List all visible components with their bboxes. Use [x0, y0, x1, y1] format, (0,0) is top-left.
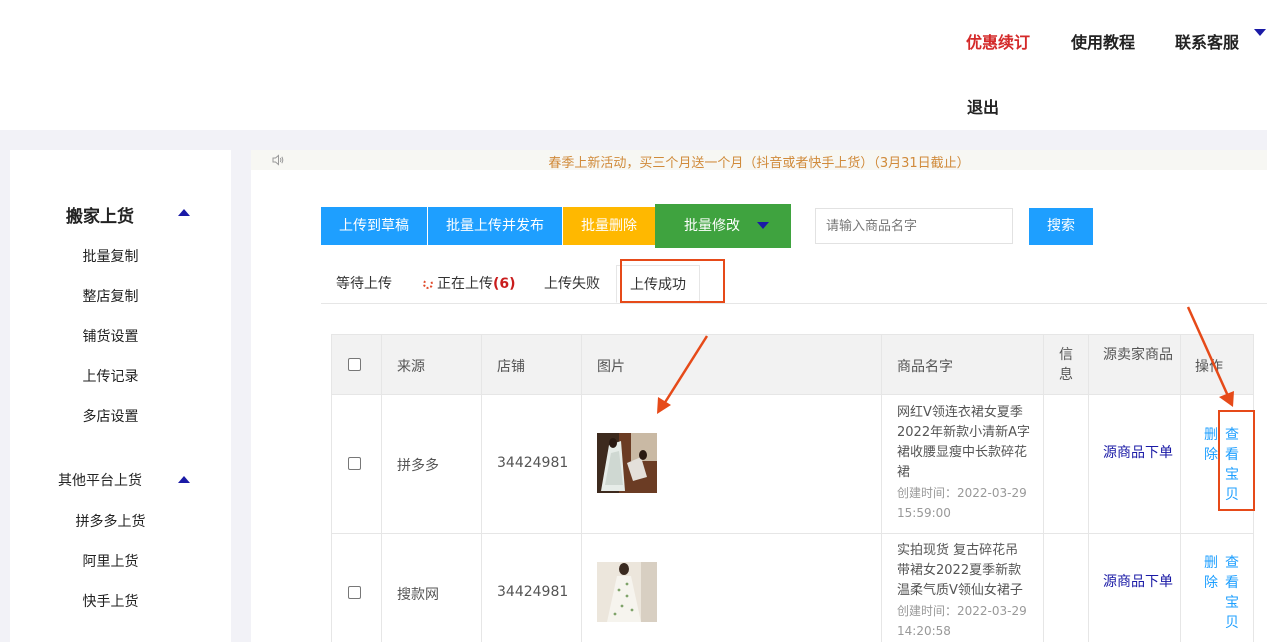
- tab-upload-success[interactable]: 上传成功: [616, 265, 700, 303]
- chevron-up-icon: [178, 209, 190, 216]
- header-shop: 店铺: [497, 359, 525, 375]
- chevron-up-icon: [178, 476, 190, 483]
- batch-edit-label: 批量修改: [684, 218, 740, 234]
- sidebar-item-multi-shop-settings[interactable]: 多店设置: [10, 406, 211, 426]
- tab-uploading-count: (6): [493, 276, 516, 292]
- table-row: 拼多多 34424981 网红V领连衣裙女夏季2022年新款小清新A字裙收腰显瘦…: [332, 394, 1253, 534]
- header-info: 信息: [1059, 347, 1073, 383]
- row-checkbox[interactable]: [348, 586, 361, 599]
- row-shop-id: 34424981: [497, 584, 569, 600]
- sidebar-group-other-platforms[interactable]: 其他平台上货: [0, 468, 221, 498]
- nav-logout[interactable]: 退出: [967, 94, 999, 118]
- header-product-name: 商品名字: [897, 359, 953, 375]
- loading-spinner-icon: [423, 279, 433, 289]
- header-action: 操作: [1195, 359, 1223, 375]
- notice-text: 春季上新活动，买三个月送一个月（抖音或者快手上货）（3月31日截止）: [548, 156, 970, 171]
- tab-waiting-upload[interactable]: 等待上传: [336, 266, 392, 303]
- row-checkbox[interactable]: [348, 457, 361, 470]
- tab-uploading-label: 正在上传: [437, 276, 493, 292]
- nav-promo-renew[interactable]: 优惠续订: [966, 29, 1030, 53]
- batch-delete-button[interactable]: 批量删除: [563, 207, 655, 245]
- product-thumbnail: [597, 433, 657, 493]
- row-source: 拼多多: [397, 458, 439, 474]
- search-button[interactable]: 搜索: [1029, 208, 1093, 245]
- sidebar-item-batch-copy[interactable]: 批量复制: [10, 246, 211, 266]
- product-name: 网红V领连衣裙女夏季2022年新款小清新A字裙收腰显瘦中长款碎花裙: [897, 405, 1030, 480]
- batch-edit-button[interactable]: 批量修改: [655, 204, 791, 248]
- sidebar-group-title: 搬家上货: [66, 207, 134, 227]
- notice-bar: 春季上新活动，买三个月送一个月（抖音或者快手上货）（3月31日截止）: [251, 150, 1267, 171]
- nav-tutorial[interactable]: 使用教程: [1071, 29, 1135, 53]
- product-name: 实拍现货 复古碎花吊带裙女2022夏季新款温柔气质V领仙女裙子: [897, 543, 1023, 598]
- sidebar-group-title: 其他平台上货: [58, 473, 142, 489]
- source-order-link[interactable]: 源商品下单: [1103, 572, 1175, 592]
- sidebar-item-alibaba[interactable]: 阿里上货: [10, 551, 211, 571]
- chevron-down-icon: [757, 222, 769, 229]
- delete-link[interactable]: 删除: [1204, 553, 1220, 593]
- chevron-down-icon[interactable]: [1254, 29, 1266, 36]
- created-time: 创建时间：2022-03-29 15:59:00: [897, 486, 1027, 520]
- view-product-link[interactable]: 查看宝贝: [1225, 425, 1241, 505]
- product-search-input[interactable]: [815, 208, 1013, 244]
- view-product-link[interactable]: 查看宝贝: [1225, 553, 1241, 633]
- created-time: 创建时间：2022-03-29 14:20:58: [897, 604, 1027, 638]
- sidebar-item-shop-copy[interactable]: 整店复制: [10, 286, 211, 306]
- tab-uploading[interactable]: 正在上传(6): [423, 266, 516, 303]
- header-source-seller: 源卖家商品: [1103, 347, 1173, 363]
- upload-to-draft-button[interactable]: 上传到草稿: [321, 207, 427, 245]
- source-order-link[interactable]: 源商品下单: [1103, 443, 1175, 463]
- header-image: 图片: [597, 359, 625, 375]
- sidebar-item-pinduoduo[interactable]: 拼多多上货: [10, 511, 211, 531]
- batch-upload-publish-button[interactable]: 批量上传并发布: [428, 207, 562, 245]
- tabs-divider: [321, 303, 1267, 304]
- row-source: 搜款网: [397, 587, 439, 603]
- select-all-checkbox[interactable]: [348, 358, 361, 371]
- top-header: 优惠续订 使用教程 联系客服 退出: [0, 0, 1267, 130]
- delete-link[interactable]: 删除: [1204, 425, 1220, 465]
- table-row: 搜款网 34424981 实拍现货 复古碎花吊带裙女2022夏季新款温柔气质V领…: [332, 533, 1253, 642]
- row-shop-id: 34424981: [497, 455, 569, 471]
- sidebar-item-listing-settings[interactable]: 铺货设置: [10, 326, 211, 346]
- sidebar-item-upload-records[interactable]: 上传记录: [10, 366, 211, 386]
- product-thumbnail: [597, 562, 657, 622]
- header-source: 来源: [397, 359, 425, 375]
- table-header: 来源 店铺 图片 商品名字 信息 源卖家商品 操作: [332, 335, 1253, 395]
- upload-results-table: 来源 店铺 图片 商品名字 信息 源卖家商品 操作 拼多多 34424981 网…: [331, 334, 1254, 642]
- sidebar-item-kuaishou[interactable]: 快手上货: [10, 591, 211, 611]
- tab-upload-failed[interactable]: 上传失败: [544, 266, 600, 303]
- sidebar-group-move-goods[interactable]: 搬家上货: [0, 200, 221, 230]
- nav-customer-service[interactable]: 联系客服: [1175, 29, 1239, 53]
